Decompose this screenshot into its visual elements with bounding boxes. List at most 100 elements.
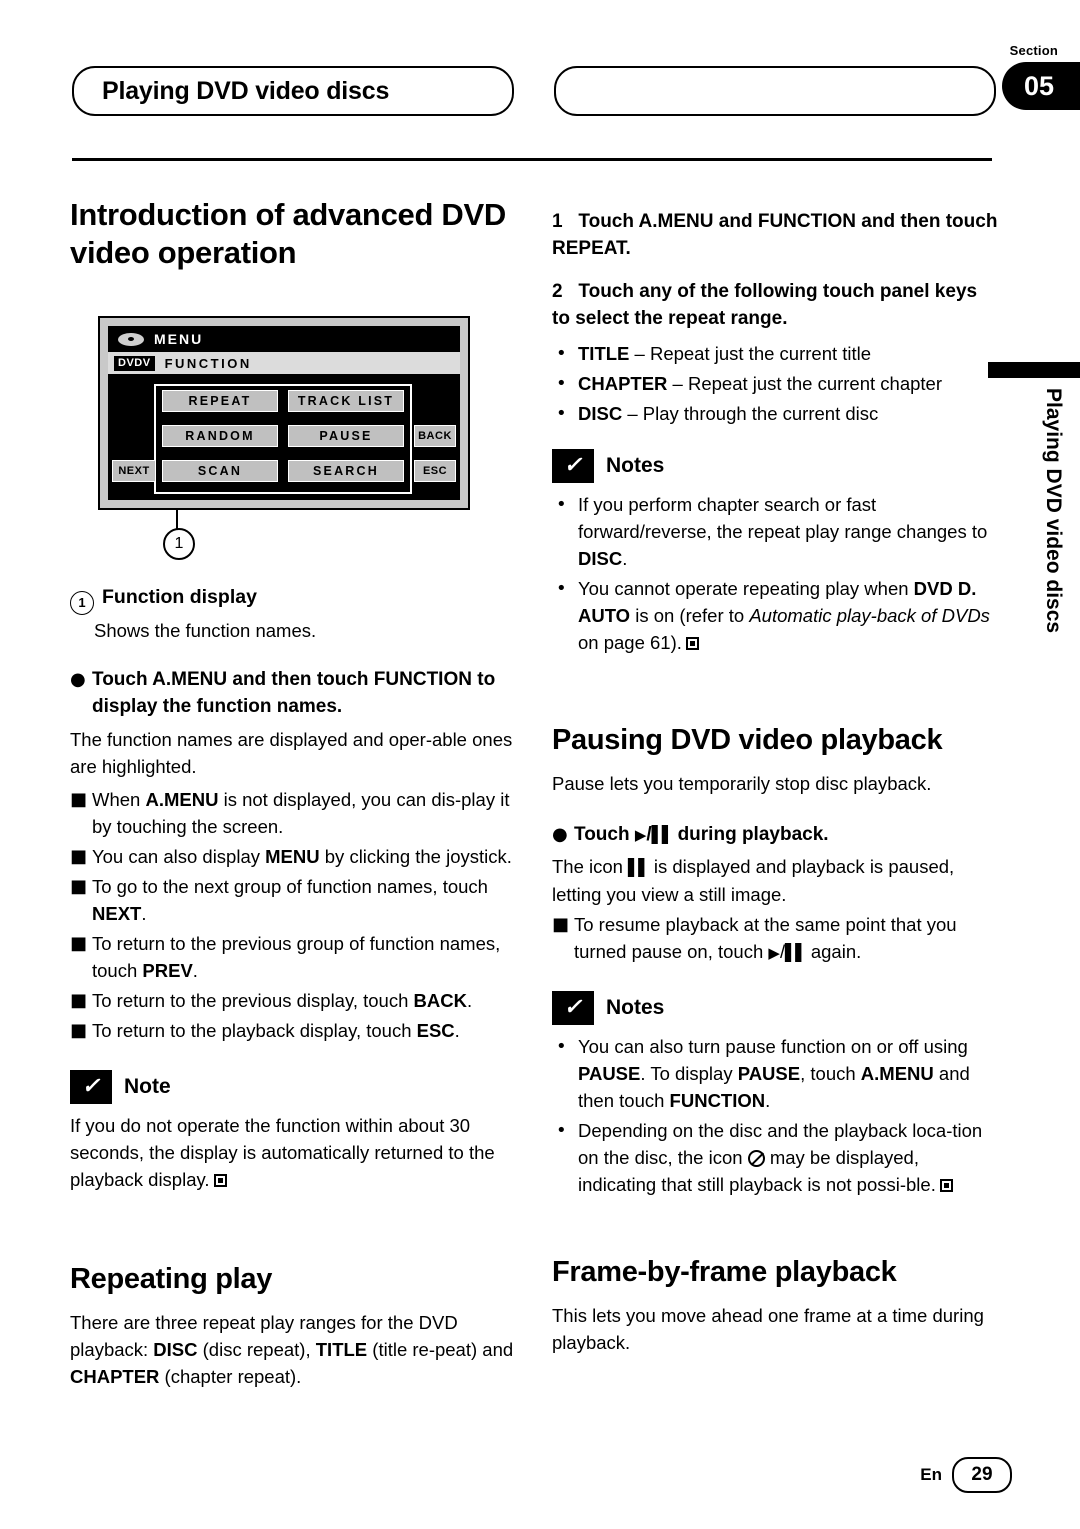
note-item-1-text: If you perform chapter search or fast fo…: [578, 494, 988, 569]
pausing-text: Pause lets you temporarily stop disc pla…: [552, 773, 932, 794]
left-main-bullet: ● Touch A.MENU and then touch FUNCTION t…: [70, 666, 515, 720]
left-sub-3-text: To go to the next group of function name…: [92, 875, 488, 924]
device-key-pause: PAUSE: [288, 425, 404, 447]
bullet-dot-icon: ●: [70, 668, 86, 690]
dot-bullet-icon: •: [556, 578, 567, 599]
range-item-title: • TITLE – Repeat just the current title: [552, 340, 1000, 367]
left-sub-1-text: When A.MENU is not displayed, you can di…: [92, 788, 510, 837]
note-label: Note: [124, 1074, 171, 1098]
left-main-bullet-text: Touch A.MENU and then touch FUNCTION to …: [92, 668, 496, 717]
page-title: Playing DVD video discs: [102, 76, 390, 105]
step-1: 1 Touch A.MENU and FUNCTION and then tou…: [552, 211, 998, 259]
callout-inline-1: 1: [70, 590, 94, 615]
device-key-next: NEXT: [112, 460, 156, 482]
note2-item-2: • Depending on the disc and the playback…: [552, 1117, 1000, 1198]
range-item-chapter-text: CHAPTER – Repeat just the current chapte…: [578, 373, 942, 394]
left-sub-2-text: You can also display MENU by clicking th…: [92, 845, 512, 867]
device-dvdv-badge: DVDV: [114, 355, 155, 371]
device-key-back: BACK: [414, 425, 456, 447]
section-number-badge: 05: [1002, 62, 1080, 110]
device-keypad: REPEAT TRACK LIST RANDOM PAUSE BACK NEXT…: [108, 378, 460, 500]
device-key-repeat: REPEAT: [162, 390, 278, 412]
left-sub-4: ■ To return to the previous group of fun…: [70, 930, 515, 984]
dot-bullet-icon: •: [556, 403, 567, 424]
square-bullet-icon: ■: [70, 875, 88, 897]
footer-lang: En: [920, 1465, 942, 1484]
range-item-title-text: TITLE – Repeat just the current title: [578, 343, 872, 364]
left-sub-4-text: To return to the previous group of funct…: [92, 932, 501, 981]
notes-header-1: ✓ Notes: [552, 449, 1000, 483]
dot-bullet-icon: •: [556, 1036, 567, 1057]
left-column: Introduction of advanced DVD video opera…: [70, 196, 510, 290]
left-heading: Introduction of advanced DVD video opera…: [70, 197, 506, 270]
step-2: 2 Touch any of the following touch panel…: [552, 281, 978, 329]
note-text: If you do not operate the function withi…: [70, 1114, 495, 1190]
left-sub-2: ■ You can also display MENU by clicking …: [70, 843, 515, 870]
repeating-play-heading: Repeating play: [70, 1262, 273, 1295]
square-bullet-icon: ■: [70, 1019, 88, 1041]
square-bullet-icon: ■: [70, 788, 88, 810]
square-bullet-icon: ■: [70, 845, 88, 867]
left-para-1: The function names are displayed and ope…: [70, 728, 513, 777]
repeating-play-text: There are three repeat play ranges for t…: [70, 1311, 514, 1387]
device-function-bar: DVDV FUNCTION: [108, 352, 460, 374]
note2-item-1: • You can also turn pause function on or…: [552, 1033, 1000, 1114]
disc-icon: [118, 332, 144, 346]
notes-label-1: Notes: [606, 454, 665, 477]
device-key-random: RANDOM: [162, 425, 278, 447]
side-tab-marker: [988, 362, 1080, 378]
section-label: Section: [1009, 43, 1058, 58]
prohibited-icon: [747, 1150, 765, 1167]
note-header: ✓ Note: [70, 1069, 515, 1104]
device-key-search: SEARCH: [288, 460, 404, 482]
dot-bullet-icon: •: [556, 343, 567, 364]
manual-page: Section 05 Playing DVD video discs Playi…: [0, 0, 1080, 1529]
dot-bullet-icon: •: [556, 373, 567, 394]
left-sub-1: ■ When A.MENU is not displayed, you can …: [70, 786, 515, 840]
note-item-2-text: You cannot operate repeating play when D…: [578, 578, 990, 653]
device-key-track-list: TRACK LIST: [288, 390, 404, 412]
left-sub-6: ■ To return to the playback display, tou…: [70, 1017, 515, 1044]
header-divider: [72, 158, 992, 161]
note-item-2: • You cannot operate repeating play when…: [552, 575, 1000, 656]
end-mark-icon: [213, 1173, 227, 1187]
device-topbar: MENU: [108, 326, 460, 352]
callout-marker-1: 1: [163, 528, 195, 560]
page-title-pill: Playing DVD video discs: [72, 66, 514, 116]
range-item-chapter: • CHAPTER – Repeat just the current chap…: [552, 370, 1000, 397]
range-item-disc: • DISC – Play through the current disc: [552, 400, 1000, 427]
page-header: Section 05 Playing DVD video discs: [0, 0, 1080, 140]
note2-item-1-text: You can also turn pause function on or o…: [578, 1036, 970, 1111]
range-item-disc-text: DISC – Play through the current disc: [578, 403, 879, 424]
pausing-sub-text: To resume playback at the same point tha…: [574, 914, 957, 962]
left-sub-6-text: To return to the playback display, touch…: [92, 1019, 460, 1041]
dot-bullet-icon: •: [556, 494, 567, 515]
page-footer: En 29: [920, 1457, 1012, 1493]
callout-desc: Shows the function names.: [94, 619, 317, 641]
device-screen-illustration: MENU DVDV FUNCTION REPEAT TRACK LIST RAN…: [98, 316, 470, 510]
pausing-sub: ■ To resume playback at the same point t…: [552, 911, 1000, 967]
dot-bullet-icon: •: [556, 1120, 567, 1141]
left-sub-5: ■ To return to the previous display, tou…: [70, 987, 515, 1014]
callout-title-row: 1 Function display: [70, 584, 515, 615]
end-mark-icon: [685, 637, 699, 650]
pausing-bullet-text: Touch ▶/▌▌ during playback.: [574, 824, 829, 845]
square-bullet-icon: ■: [70, 989, 88, 1011]
device-inner: MENU DVDV FUNCTION REPEAT TRACK LIST RAN…: [108, 326, 460, 500]
callout-title: Function display: [102, 586, 257, 608]
frame-text: This lets you move ahead one frame at a …: [552, 1305, 984, 1353]
bullet-dot-icon: ●: [552, 824, 568, 845]
empty-pill: [554, 66, 996, 116]
device-key-esc: ESC: [414, 460, 456, 482]
device-menu-label: MENU: [154, 331, 204, 347]
left-body: 1 Function display Shows the function nam…: [70, 584, 515, 1393]
device-function-label: FUNCTION: [164, 355, 252, 371]
note2-item-2-text: Depending on the disc and the playback l…: [578, 1120, 983, 1195]
pausing-body: The icon ▌▌ is displayed and playback is…: [552, 856, 955, 905]
side-tab-label: Playing DVD video discs: [1042, 388, 1065, 634]
pausing-heading: Pausing DVD video playback: [552, 724, 943, 756]
pencil-icon: ✓: [70, 1069, 112, 1104]
notes-label-2: Notes: [606, 996, 665, 1019]
square-bullet-icon: ■: [552, 914, 570, 935]
device-key-scan: SCAN: [162, 460, 278, 482]
